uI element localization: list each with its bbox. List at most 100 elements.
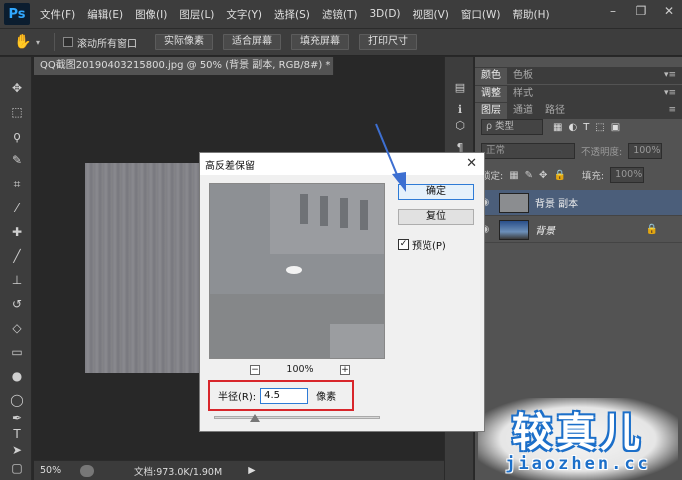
panel-menu-icon[interactable]: ≡ (668, 105, 676, 115)
gradient-tool-icon[interactable]: ▭ (8, 343, 26, 361)
layer-filter-dropdown[interactable]: ρ 类型 (481, 119, 543, 135)
3d-panel-icon[interactable]: ⬡ (453, 119, 467, 133)
zoom-in-button[interactable]: + (339, 364, 350, 375)
eyedropper-tool-icon[interactable]: ⁄ (8, 199, 26, 217)
rectangle-tool-icon[interactable]: ▢ (8, 459, 26, 477)
tab-layers[interactable]: 图层 (475, 103, 507, 119)
move-tool-icon[interactable]: ✥ (8, 79, 26, 97)
dodge-tool-icon[interactable]: ◯ (8, 391, 26, 409)
layer-name: 背景 (535, 226, 555, 237)
dialog-title: 高反差保留 (205, 160, 255, 172)
radius-input[interactable] (260, 387, 309, 404)
fit-screen-button[interactable]: 适合屏幕 (223, 34, 282, 50)
eraser-tool-icon[interactable]: ◇ (8, 319, 26, 337)
menu-select[interactable]: 选择(S) (268, 7, 316, 22)
marquee-tool-icon[interactable]: ⬚ (8, 103, 26, 121)
properties-panel-icon[interactable]: ℹ (453, 103, 467, 117)
lock-transparent-icon[interactable]: ▦ (509, 170, 518, 181)
healing-brush-tool-icon[interactable]: ✚ (8, 223, 26, 241)
menu-3d[interactable]: 3D(D) (363, 8, 406, 20)
zoom-level[interactable]: 50% (40, 465, 80, 476)
radius-label: 半径(R): (218, 392, 257, 403)
blur-tool-icon[interactable]: ● (8, 367, 26, 385)
actual-pixels-button[interactable]: 实际像素 (155, 34, 214, 50)
close-icon[interactable]: ✕ (466, 156, 477, 171)
print-size-button[interactable]: 打印尺寸 (359, 34, 418, 50)
lock-row: 锁定: ▦ ✎ ✥ 🔒 填充: 100% (481, 167, 645, 183)
menu-view[interactable]: 视图(V) (407, 7, 455, 22)
status-bar: 50% 文档:973.0K/1.90M ▶ (34, 460, 444, 480)
lock-all-icon[interactable]: 🔒 (553, 170, 565, 181)
hand-tool-icon[interactable]: ✋ (10, 34, 36, 50)
adjust-panel-tabs: 调整 样式 ▾≡ (475, 85, 682, 102)
menu-bar: Ps 文件(F) 编辑(E) 图像(I) 图层(L) 文字(Y) 选择(S) 滤… (0, 0, 682, 28)
status-menu-arrow-icon[interactable]: ▶ (248, 465, 255, 476)
checkbox-box[interactable] (63, 37, 74, 47)
reset-button[interactable]: 复位 (398, 209, 474, 225)
radius-slider-handle[interactable] (250, 414, 260, 422)
preview-zoom-row: − 100% + (250, 364, 350, 375)
menu-help[interactable]: 帮助(H) (507, 7, 556, 22)
brush-tool-icon[interactable]: ╱ (8, 247, 26, 265)
close-icon[interactable]: ✕ (662, 4, 676, 18)
menu-edit[interactable]: 编辑(E) (81, 7, 129, 22)
adjustment-filter-icon[interactable]: ◐ (568, 122, 577, 133)
quick-select-tool-icon[interactable]: ✎ (8, 151, 26, 169)
tab-color[interactable]: 颜色 (475, 68, 507, 84)
menu-type[interactable]: 文字(Y) (220, 7, 268, 22)
crop-tool-icon[interactable]: ⌗ (8, 175, 26, 193)
options-bar: ✋ ▾ 滚动所有窗口 实际像素 适合屏幕 填充屏幕 打印尺寸 (0, 28, 682, 56)
tools-panel: ✥ ⬚ ϙ ✎ ⌗ ⁄ ✚ ╱ ⊥ ↺ ◇ ▭ ● ◯ ✒ T ➤ ▢ (0, 57, 32, 480)
scroll-all-windows-checkbox[interactable]: 滚动所有窗口 (63, 35, 137, 50)
lasso-tool-icon[interactable]: ϙ (8, 127, 26, 145)
tab-swatches[interactable]: 色板 (507, 68, 539, 84)
fill-screen-button[interactable]: 填充屏幕 (291, 34, 350, 50)
menu-layer[interactable]: 图层(L) (173, 7, 220, 22)
type-filter-icon[interactable]: T (583, 122, 589, 133)
opacity-field[interactable]: 100% (628, 143, 663, 159)
panel-menu-icon[interactable]: ▾≡ (664, 88, 676, 98)
menu-file[interactable]: 文件(F) (34, 7, 81, 22)
blend-mode-dropdown[interactable]: 正常 (481, 143, 575, 159)
filter-preview[interactable] (209, 183, 385, 359)
preview-zoom-value: 100% (286, 364, 314, 375)
restore-icon[interactable]: ❐ (634, 4, 648, 18)
lock-image-icon[interactable]: ✎ (525, 170, 533, 181)
dialog-titlebar[interactable]: 高反差保留 (200, 153, 484, 175)
history-brush-tool-icon[interactable]: ↺ (8, 295, 26, 313)
tab-styles[interactable]: 样式 (507, 86, 539, 102)
tab-channels[interactable]: 通道 (507, 103, 539, 119)
layer-row-selected[interactable]: ◉ 背景 副本 (475, 190, 682, 216)
document-tab[interactable]: QQ截图20190403215800.jpg @ 50% (背景 副本, RGB… (34, 57, 334, 89)
watermark-url: jiaozhen.cc (505, 454, 651, 474)
fill-field[interactable]: 100% (610, 167, 645, 183)
document-image[interactable] (85, 163, 203, 373)
status-share-icon[interactable] (80, 464, 94, 477)
layer-row[interactable]: ◉ 背景 🔒 (475, 217, 682, 243)
radius-unit: 像素 (316, 392, 337, 403)
preview-checkbox[interactable]: ✓ 预览(P) (398, 237, 446, 252)
radius-slider-track[interactable] (214, 416, 380, 419)
document-info: 文档:973.0K/1.90M (134, 466, 223, 478)
menu-image[interactable]: 图像(I) (129, 7, 173, 22)
minimize-icon[interactable]: – (606, 4, 620, 18)
tab-adjustments[interactable]: 调整 (475, 86, 507, 102)
tool-preset-chevron-icon[interactable]: ▾ (36, 38, 40, 47)
menu-filter[interactable]: 滤镜(T) (316, 7, 364, 22)
layer-thumbnail (499, 192, 529, 213)
lock-position-icon[interactable]: ✥ (539, 170, 547, 181)
history-panel-icon[interactable]: ▤ (453, 81, 467, 95)
window-controls: – ❐ ✕ (606, 4, 676, 18)
smart-object-filter-icon[interactable]: ▣ (611, 122, 620, 133)
menu-window[interactable]: 窗口(W) (455, 7, 507, 22)
panel-menu-icon[interactable]: ▾≡ (664, 70, 676, 80)
clone-stamp-tool-icon[interactable]: ⊥ (8, 271, 26, 289)
pixel-filter-icon[interactable]: ▦ (553, 122, 562, 133)
zoom-out-button[interactable]: − (250, 364, 260, 375)
checkmark-icon[interactable]: ✓ (398, 239, 409, 250)
scroll-all-label: 滚动所有窗口 (77, 38, 138, 50)
shape-filter-icon[interactable]: ⬚ (595, 122, 604, 133)
path-select-tool-icon[interactable]: ➤ (8, 441, 26, 459)
filter-icons: ▦ ◐ T ⬚ ▣ (553, 122, 620, 133)
tab-paths[interactable]: 路径 (539, 103, 571, 119)
